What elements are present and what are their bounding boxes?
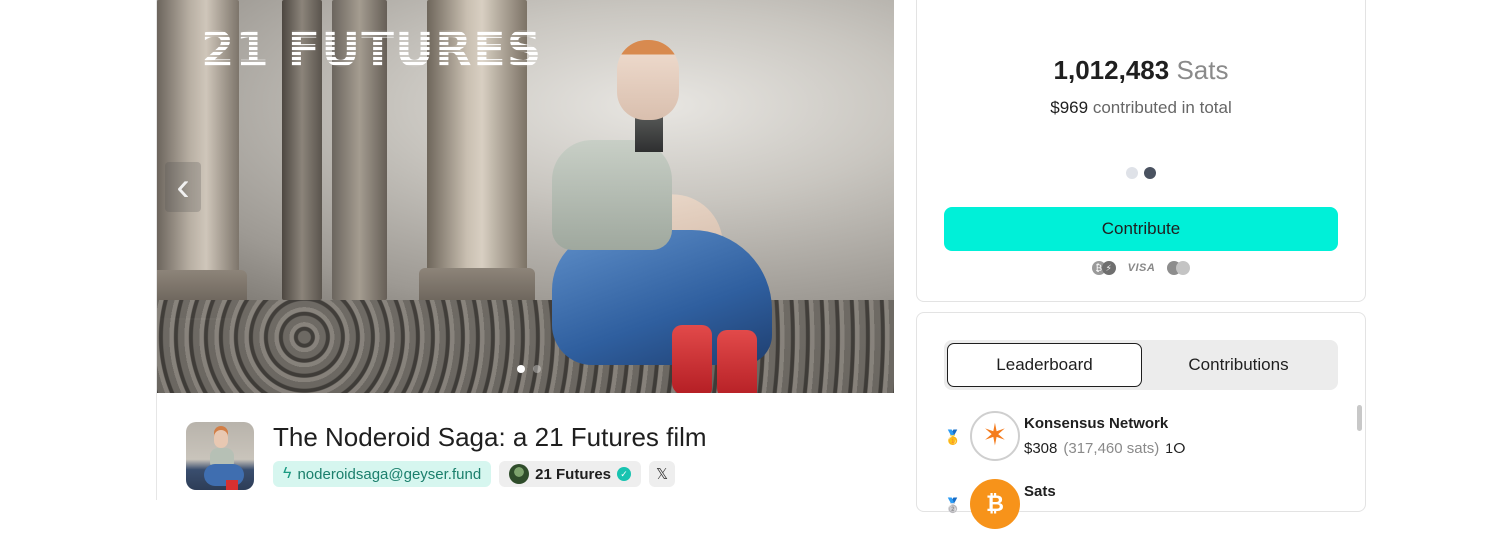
- contributor-usd: $308: [1024, 440, 1058, 457]
- leaderboard-tabs: Leaderboard Contributions: [944, 340, 1338, 390]
- verified-badge-icon: ✓: [617, 467, 632, 481]
- contributor-name: Sats: [1024, 483, 1056, 500]
- contributor-name: Konsensus Network: [1024, 415, 1169, 432]
- tab-contributions[interactable]: Contributions: [1142, 343, 1335, 387]
- star-icon: ✶: [982, 419, 1008, 452]
- project-title: The Noderoid Saga: a 21 Futures film: [273, 422, 707, 452]
- usd-amount: $969: [1050, 98, 1089, 117]
- leaderboard-card: Leaderboard Contributions 🥇 ✶ Konsensus …: [916, 312, 1366, 529]
- contributor-sats: (317,460 sats): [1063, 440, 1160, 457]
- project-header: The Noderoid Saga: a 21 Futures film ϟ n…: [157, 393, 894, 500]
- hero-figure-body: [552, 140, 672, 250]
- creator-chip[interactable]: 21 Futures ✓: [499, 461, 642, 487]
- contributor-amounts: $308 (317,460 sats) 1ⵔ: [1024, 440, 1186, 457]
- carousel-indicator: [517, 365, 541, 373]
- x-icon[interactable]: 𝕏: [649, 461, 676, 487]
- avatar: ₿: [970, 479, 1020, 529]
- visa-icon: VISA: [1127, 262, 1156, 274]
- sats-total: 1,012,483 Sats: [917, 55, 1365, 86]
- usd-total: $969 contributed in total: [917, 98, 1365, 118]
- lightning-address: noderoidsaga@geyser.fund: [297, 465, 482, 483]
- funding-card: 1,012,483 Sats $969 contributed in total…: [916, 0, 1366, 302]
- scrollbar-thumb[interactable]: [1357, 405, 1362, 431]
- chevron-left-icon[interactable]: ‹: [165, 162, 201, 212]
- payment-methods: ₿ ⚡ VISA: [917, 261, 1365, 275]
- comment-icon: ⵔ: [1173, 440, 1186, 456]
- hero-cobblestone-floor: [157, 300, 894, 393]
- contribute-button[interactable]: Contribute: [944, 207, 1338, 251]
- carousel-dot[interactable]: [533, 365, 541, 373]
- avatar: ✶: [970, 411, 1020, 461]
- tab-leaderboard[interactable]: Leaderboard: [947, 343, 1142, 387]
- hero-title-logo: 21 FUTURES: [201, 22, 543, 78]
- hero-figure-boot: [672, 325, 712, 393]
- pager-dot[interactable]: [1144, 167, 1156, 179]
- mastercard-icon: [1167, 261, 1191, 275]
- funding-pager: [1126, 167, 1156, 179]
- leaderboard-row[interactable]: 🥈 ₿ Sats: [944, 479, 1056, 539]
- sats-amount: 1,012,483: [1053, 55, 1170, 85]
- hero-figure-head: [617, 40, 679, 120]
- project-chips: ϟ noderoidsaga@geyser.fund 21 Futures ✓ …: [273, 461, 676, 487]
- project-thumbnail: [186, 422, 254, 490]
- bitcoin-lightning-icon: ₿ ⚡: [1091, 261, 1116, 275]
- gold-medal-icon: 🥇: [944, 429, 962, 445]
- sats-unit: Sats: [1176, 55, 1229, 85]
- lightning-address-chip[interactable]: ϟ noderoidsaga@geyser.fund: [273, 461, 492, 487]
- pager-dot[interactable]: [1126, 167, 1138, 179]
- hero-image-carousel[interactable]: 21 FUTURES ‹: [157, 0, 894, 393]
- creator-avatar: [509, 464, 530, 484]
- project-main-column: 21 FUTURES ‹ The Noderoid Saga: a 21 Fut…: [156, 0, 894, 500]
- lightning-icon: ϟ: [283, 465, 292, 482]
- leaderboard-row[interactable]: 🥇 ✶ Konsensus Network $308 (317,460 sats…: [944, 411, 1186, 471]
- usd-suffix: contributed in total: [1092, 98, 1232, 117]
- creator-name: 21 Futures: [535, 465, 612, 483]
- hero-figure-boot: [717, 330, 757, 393]
- carousel-dot[interactable]: [517, 365, 525, 373]
- comment-count: 1ⵔ: [1165, 440, 1186, 456]
